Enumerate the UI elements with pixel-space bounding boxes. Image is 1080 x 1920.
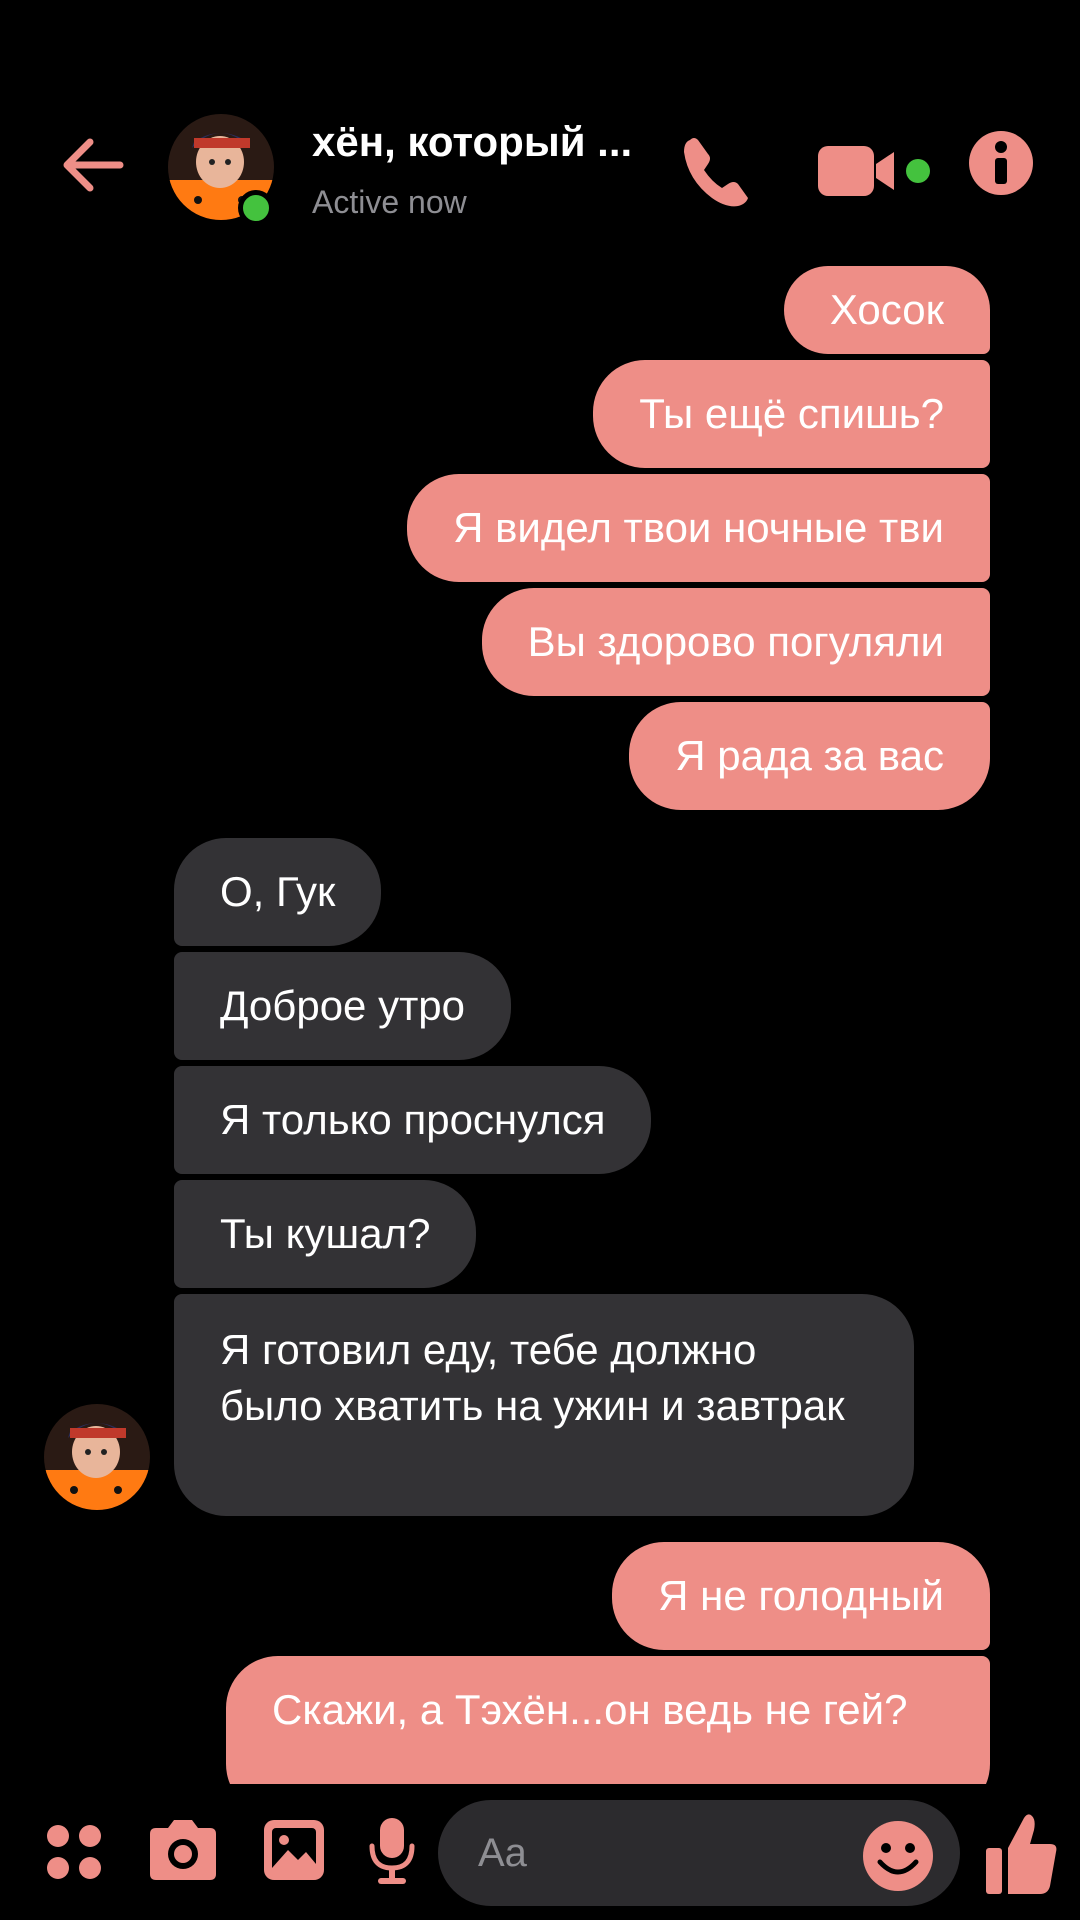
message-bubble-outgoing[interactable]: Ты ещё спишь? <box>593 360 990 468</box>
chat-header: хён, который ... Active now <box>0 0 1080 260</box>
message-bubble-outgoing[interactable]: Вы здорово погуляли <box>481 588 990 696</box>
back-arrow-icon[interactable] <box>58 130 128 200</box>
message-thread[interactable]: Хосок Ты ещё спишь? Я видел твои ночные … <box>0 266 1080 1784</box>
message-bubble-outgoing[interactable]: Хосок <box>783 266 990 354</box>
active-status: Active now <box>312 184 467 220</box>
emoji-icon[interactable] <box>862 1820 934 1892</box>
sender-avatar[interactable] <box>44 1404 150 1510</box>
message-bubble-outgoing[interactable]: Я не голодный <box>612 1542 990 1650</box>
message-bubble-incoming[interactable]: Ты кушал? <box>174 1180 477 1288</box>
message-bubble-outgoing[interactable]: Скажи, а Тэхён...он ведь не гей? <box>226 1656 990 1784</box>
apps-icon[interactable] <box>44 1822 104 1882</box>
message-bubble-incoming[interactable]: О, Гук <box>174 838 382 946</box>
message-bubble-incoming[interactable]: Доброе утро <box>174 952 512 1060</box>
microphone-icon[interactable] <box>368 1816 416 1886</box>
online-indicator <box>238 190 274 226</box>
message-bubble-outgoing[interactable]: Я видел твои ночные тви <box>407 474 990 582</box>
info-icon[interactable] <box>968 130 1034 196</box>
camera-icon[interactable] <box>148 1818 218 1882</box>
message-bubble-outgoing[interactable]: Я рада за вас <box>629 702 990 810</box>
phone-icon[interactable] <box>676 130 758 212</box>
message-bubble-incoming[interactable]: Я готовил еду, тебе должно было хватить … <box>174 1294 914 1516</box>
video-camera-icon[interactable] <box>818 140 936 204</box>
gallery-icon[interactable] <box>262 1818 326 1882</box>
thumbs-up-icon[interactable] <box>984 1812 1058 1896</box>
contact-name[interactable]: хён, который ... <box>312 118 632 166</box>
message-bubble-incoming[interactable]: Я только проснулся <box>174 1066 652 1174</box>
